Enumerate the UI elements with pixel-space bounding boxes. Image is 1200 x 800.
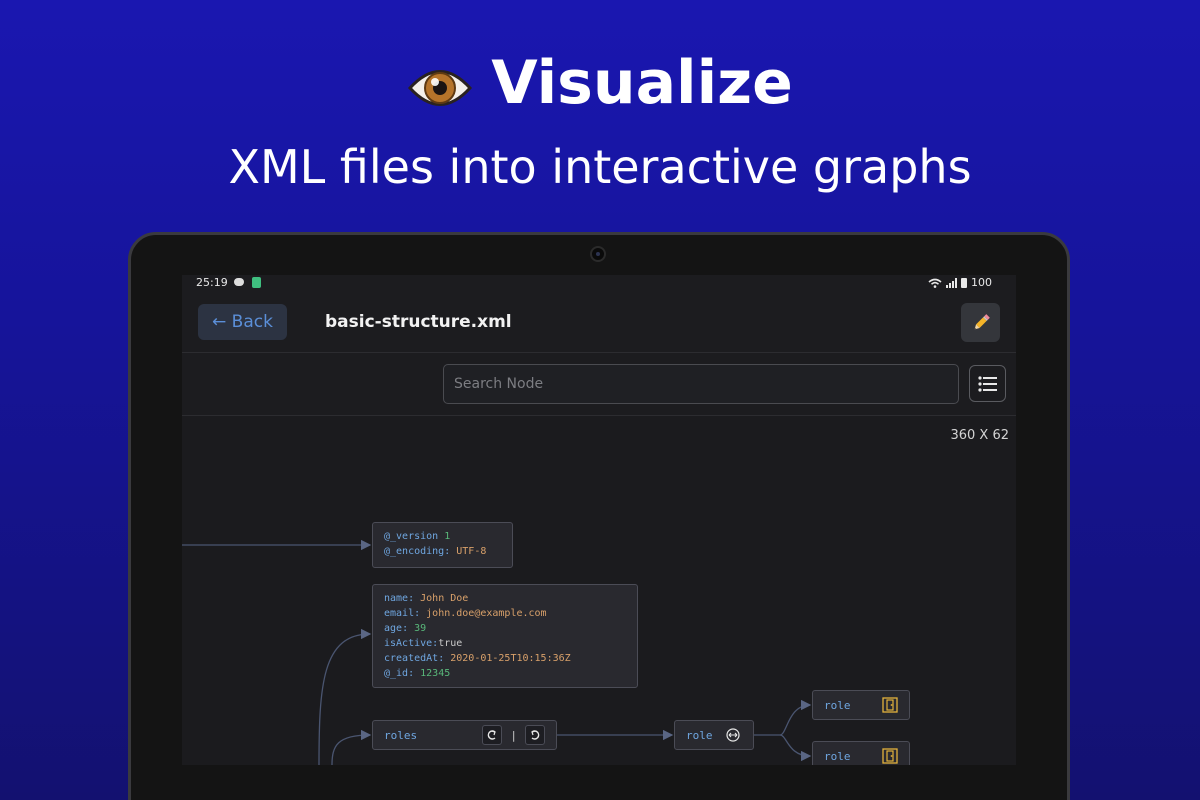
user-separator: :: [414, 608, 427, 619]
role-child-node-1[interactable]: role: [812, 690, 910, 720]
collapse-icon: [488, 730, 497, 740]
declaration-row: @_version 1: [384, 529, 501, 544]
user-row: @_id: 12345: [384, 666, 626, 681]
declaration-value: 1: [444, 531, 451, 542]
user-row: isActive:true: [384, 636, 626, 651]
user-node[interactable]: name: John Doe email: john.doe@example.co…: [372, 584, 638, 688]
user-key: isActive: [384, 638, 433, 649]
edge-role-to-role-1: [753, 699, 812, 736]
user-row: email: john.doe@example.com: [384, 606, 626, 621]
declaration-value: UTF-8: [456, 546, 487, 557]
role-child-node-2[interactable]: role: [812, 741, 910, 765]
user-value: 12345: [420, 668, 451, 679]
menu-button[interactable]: [969, 365, 1006, 402]
status-indicators: 100: [928, 276, 992, 289]
user-key: age: [384, 623, 403, 634]
edge-to-roles: [331, 729, 372, 765]
edge-role-to-role-2: [779, 734, 812, 762]
user-key: name: [384, 593, 409, 604]
role-node[interactable]: role: [674, 720, 754, 750]
declaration-node[interactable]: @_version 1 @_encoding: UTF-8: [372, 522, 513, 568]
user-row: name: John Doe: [384, 591, 626, 606]
notification-icon: [252, 277, 261, 288]
back-button-label: ← Back: [212, 312, 273, 332]
user-value: john.doe@example.com: [426, 608, 547, 619]
pencil-icon: [974, 313, 990, 329]
role-child-2-label: role: [824, 749, 851, 763]
hero-subtitle: XML files into interactive graphs: [228, 140, 972, 194]
user-separator: :: [408, 668, 421, 679]
user-value: 2020-01-25T10:15:36Z: [450, 653, 571, 664]
list-icon: [977, 375, 997, 392]
collapse-button[interactable]: [482, 725, 503, 745]
role-child-1-label: role: [824, 698, 851, 712]
page-title: basic-structure.xml: [325, 312, 512, 332]
battery-level: 100: [971, 276, 992, 289]
hero-title: Visualize: [0, 48, 1200, 118]
search-input[interactable]: [443, 364, 959, 404]
expand-button[interactable]: [525, 725, 545, 745]
declaration-key: @_encoding: [384, 546, 445, 557]
wifi-icon: [928, 278, 942, 288]
hero-title-text: Visualize: [491, 48, 793, 118]
user-separator: :: [438, 653, 451, 664]
user-separator: :: [402, 623, 415, 634]
user-key: email: [384, 608, 415, 619]
user-separator: :: [408, 593, 421, 604]
edge-to-user: [318, 628, 372, 765]
eye-icon: [407, 58, 473, 108]
user-row: createdAt: 2020-01-25T10:15:36Z: [384, 651, 626, 666]
signal-icon: [946, 277, 957, 288]
message-icon: [234, 278, 244, 286]
expand-icon: [531, 730, 540, 740]
roles-node-label: roles: [384, 728, 418, 742]
graph-canvas[interactable]: 360 X 62 @_version 1 @_encoding: UTF-8 na…: [182, 416, 1016, 765]
role-node-label: role: [686, 728, 713, 742]
declaration-key: @_version: [384, 531, 439, 542]
user-key: createdAt: [384, 653, 439, 664]
status-time: 25:19: [196, 276, 228, 289]
door-icon: [882, 748, 898, 764]
roles-divider: |: [510, 728, 517, 742]
declaration-separator: :: [444, 546, 457, 557]
roles-node[interactable]: roles |: [372, 720, 557, 750]
door-icon: [882, 697, 898, 713]
app-screen: 25:19 100 ← Back basic-structure.xml Sea…: [182, 275, 1016, 765]
app-bar: ← Back basic-structure.xml: [182, 295, 1016, 353]
search-row: [182, 353, 1016, 416]
edit-button[interactable]: [961, 303, 1000, 342]
user-value: John Doe: [420, 593, 469, 604]
user-row: age: 39: [384, 621, 626, 636]
user-value: 39: [414, 623, 427, 634]
status-bar: 25:19 100: [182, 275, 1016, 295]
battery-icon: [961, 277, 967, 288]
link-icon: [724, 728, 742, 742]
camera: [590, 246, 606, 262]
back-button[interactable]: ← Back: [198, 304, 287, 340]
user-key: @_id: [384, 668, 409, 679]
user-value: true: [438, 638, 463, 649]
declaration-row: @_encoding: UTF-8: [384, 544, 501, 559]
